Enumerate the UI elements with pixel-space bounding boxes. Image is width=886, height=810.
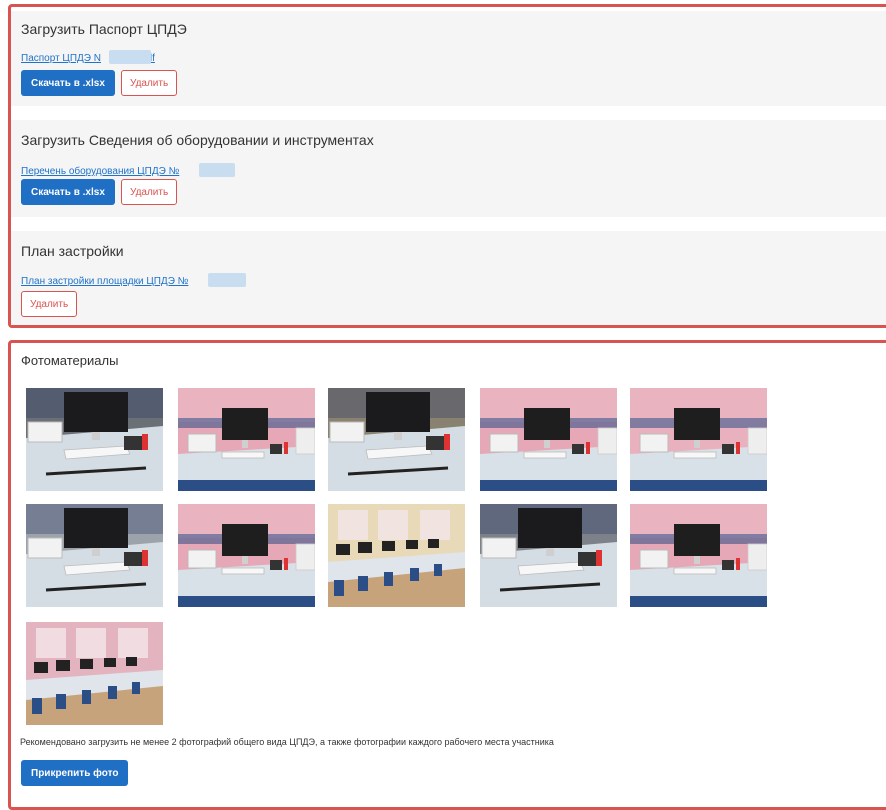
passport-file-link-prefix: Паспорт ЦПДЭ N: [21, 53, 101, 64]
redacted-number: [109, 50, 151, 64]
photo-thumbnail[interactable]: [630, 504, 767, 607]
equipment-delete-button[interactable]: Удалить: [121, 179, 178, 205]
attach-photo-button[interactable]: Прикрепить фото: [21, 760, 129, 786]
photo-image: [178, 388, 315, 491]
photo-thumbnail[interactable]: [328, 388, 465, 491]
photo-image: [328, 388, 465, 491]
documents-panel: Загрузить Паспорт ЦПДЭ Паспорт ЦПДЭ Npdf…: [8, 4, 886, 328]
plan-section: План застройки План застройки площадки Ц…: [11, 231, 886, 325]
equipment-file-link-prefix: Перечень оборудования ЦПДЭ №: [21, 166, 180, 177]
photos-section-title: Фотоматериалы: [21, 353, 119, 368]
equipment-section: Загрузить Сведения об оборудовании и инс…: [11, 120, 886, 217]
photo-image: [26, 388, 163, 491]
photo-thumbnail[interactable]: [630, 388, 767, 491]
photo-thumbnail[interactable]: [480, 388, 617, 491]
photo-image: [178, 504, 315, 607]
photo-image: [630, 504, 767, 607]
passport-download-button[interactable]: Скачать в .xlsx: [21, 70, 115, 96]
photo-image: [328, 504, 465, 607]
photo-thumbnail[interactable]: [26, 388, 163, 491]
photo-thumbnail[interactable]: [328, 504, 465, 607]
passport-delete-button[interactable]: Удалить: [121, 70, 178, 96]
passport-section: Загрузить Паспорт ЦПДЭ Паспорт ЦПДЭ Npdf…: [11, 11, 886, 106]
photo-thumbnail[interactable]: [178, 388, 315, 491]
redacted-number: [208, 273, 246, 287]
photo-image: [630, 388, 767, 491]
photo-thumbnail[interactable]: [178, 504, 315, 607]
photo-thumbnail[interactable]: [26, 622, 163, 725]
plan-section-title: План застройки: [21, 243, 124, 259]
redacted-number: [199, 163, 235, 177]
photos-panel: Фотоматериалы Рекомендовано загрузить не…: [8, 340, 886, 810]
passport-section-title: Загрузить Паспорт ЦПДЭ: [21, 21, 187, 37]
photos-recommendation-note: Рекомендовано загрузить не менее 2 фотог…: [20, 737, 554, 747]
photo-image: [480, 388, 617, 491]
equipment-section-title: Загрузить Сведения об оборудовании и инс…: [21, 132, 374, 148]
photo-thumbnail[interactable]: [26, 504, 163, 607]
photo-image: [26, 504, 163, 607]
equipment-download-button[interactable]: Скачать в .xlsx: [21, 179, 115, 205]
photo-thumbnail[interactable]: [480, 504, 617, 607]
plan-file-link-prefix: План застройки площадки ЦПДЭ №: [21, 276, 189, 287]
plan-delete-button[interactable]: Удалить: [21, 291, 78, 317]
photo-image: [480, 504, 617, 607]
photo-image: [26, 622, 163, 725]
